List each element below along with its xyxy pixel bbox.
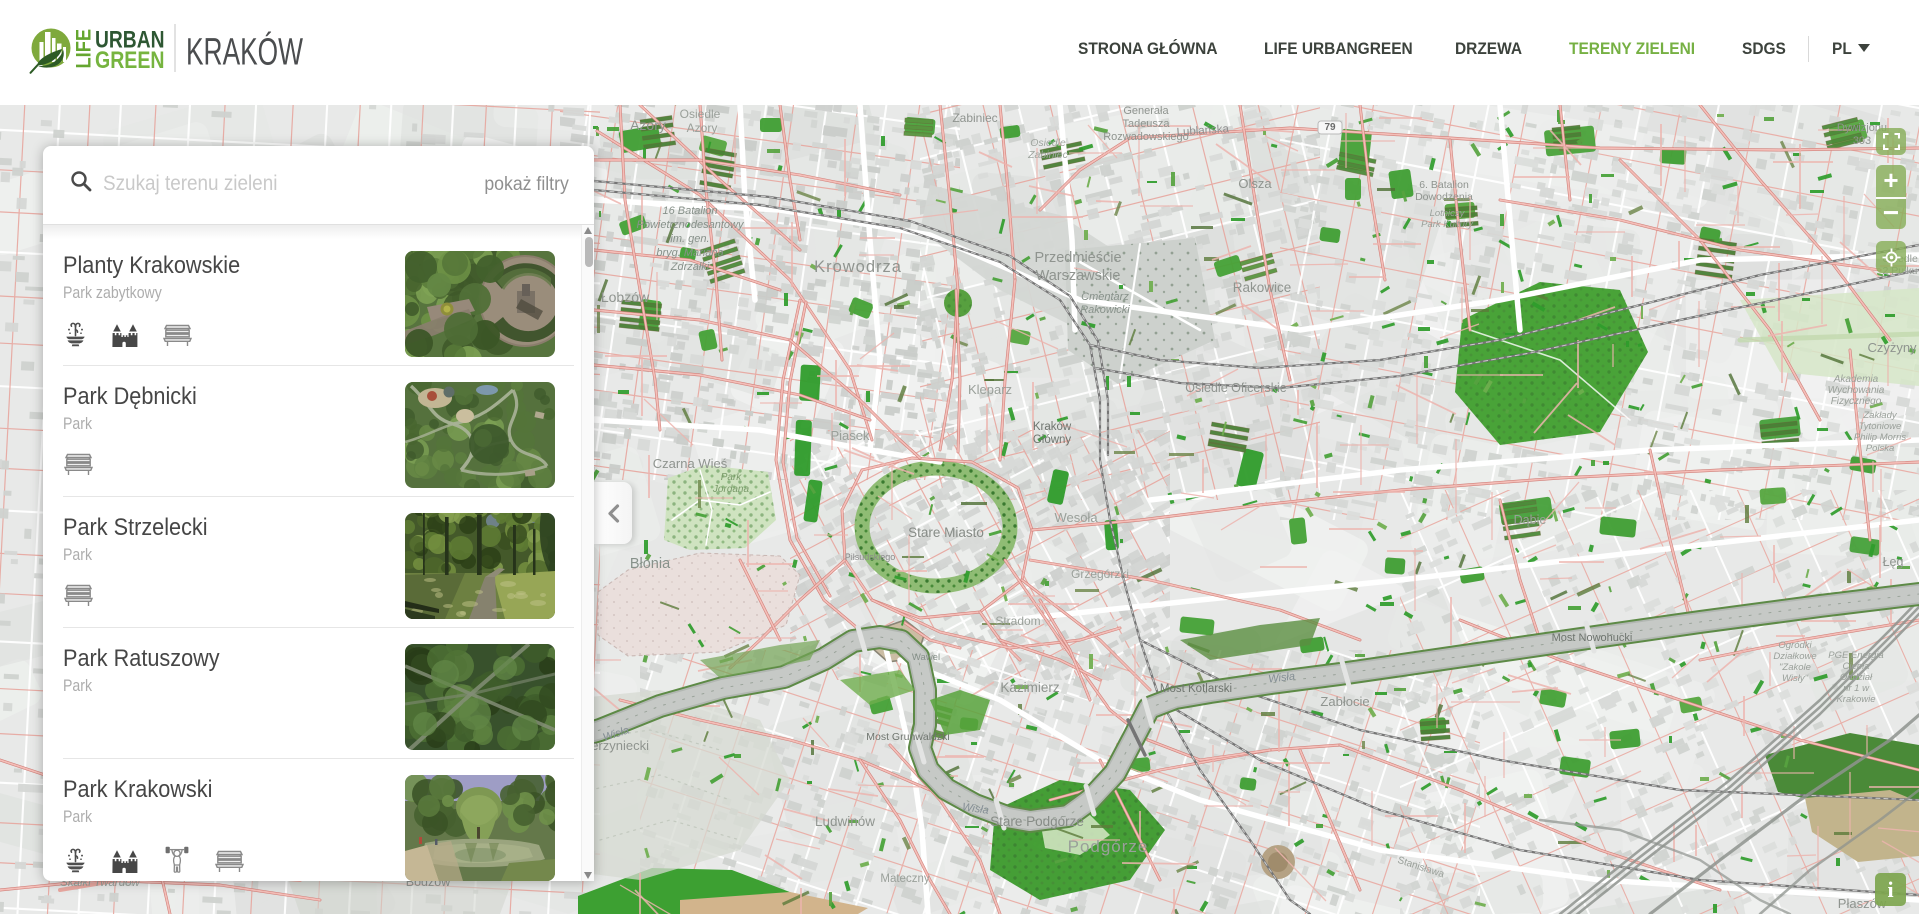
svg-text:Stare Podgórze: Stare Podgórze xyxy=(990,814,1084,829)
svg-text:Most Kotlarski: Most Kotlarski xyxy=(1160,683,1232,695)
svg-text:Krowodrza: Krowodrza xyxy=(814,258,902,276)
svg-text:Piasek: Piasek xyxy=(830,428,870,443)
svg-text:Wisły": Wisły" xyxy=(1782,673,1809,684)
svg-text:Zabłocie: Zabłocie xyxy=(1320,694,1369,709)
svg-text:Lotniczy: Lotniczy xyxy=(1430,208,1466,219)
svg-text:Działkowe: Działkowe xyxy=(1773,651,1816,662)
svg-text:Czyżyny: Czyżyny xyxy=(1867,340,1917,355)
svg-text:Generała: Generała xyxy=(1123,105,1169,117)
svg-text:Łęg: Łęg xyxy=(1883,555,1904,569)
svg-text:Azory: Azory xyxy=(687,121,718,135)
svg-text:79: 79 xyxy=(1324,122,1336,133)
svg-text:Azory: Azory xyxy=(630,117,666,133)
svg-text:"Zakole: "Zakole xyxy=(1779,662,1811,673)
svg-text:Zabiniec: Zabiniec xyxy=(952,111,997,125)
svg-text:bryg. Mariana: bryg. Mariana xyxy=(656,247,723,259)
svg-text:nr 1 w: nr 1 w xyxy=(1843,683,1870,694)
svg-text:Podgórze: Podgórze xyxy=(1068,837,1149,856)
svg-text:Polska: Polska xyxy=(1866,443,1895,454)
svg-text:Wychowania: Wychowania xyxy=(1828,385,1885,396)
svg-text:Powietrznodesantowy: Powietrznodesantowy xyxy=(636,219,745,231)
svg-text:16 Batalion: 16 Batalion xyxy=(662,205,717,217)
svg-text:Grzegórzki: Grzegórzki xyxy=(1071,567,1129,581)
svg-text:Park Kultury: Park Kultury xyxy=(1421,219,1474,230)
svg-text:Krakowie: Krakowie xyxy=(1836,694,1875,705)
svg-text:Kraków: Kraków xyxy=(1033,421,1072,433)
svg-text:303: 303 xyxy=(1853,135,1871,147)
svg-text:Philip Morris: Philip Morris xyxy=(1854,432,1907,443)
svg-text:Ogródki: Ogródki xyxy=(1778,640,1812,651)
svg-text:Akademia: Akademia xyxy=(1833,374,1879,385)
svg-text:Tytoniowe: Tytoniowe xyxy=(1859,421,1902,432)
svg-text:Łobzów: Łobzów xyxy=(601,289,650,305)
svg-text:Mateczny: Mateczny xyxy=(880,873,929,885)
svg-text:Zakłady: Zakłady xyxy=(1862,410,1898,421)
svg-text:Piłsudskiego: Piłsudskiego xyxy=(845,552,896,562)
svg-text:PGE Energia: PGE Energia xyxy=(1828,650,1883,661)
svg-text:Osiedle: Osiedle xyxy=(680,107,721,121)
svg-text:Rakowice: Rakowice xyxy=(1233,280,1292,295)
svg-text:Błonia: Błonia xyxy=(630,556,671,572)
svg-text:Oddział: Oddział xyxy=(1840,672,1873,683)
svg-text:Most Grunwaldzki: Most Grunwaldzki xyxy=(866,731,949,743)
svg-text:Zabiniec: Zabiniec xyxy=(1027,149,1068,161)
svg-text:Zdrzałki: Zdrzałki xyxy=(670,261,710,273)
svg-text:Wawel: Wawel xyxy=(912,652,940,663)
svg-text:Tadeusza: Tadeusza xyxy=(1122,118,1170,130)
svg-text:Olsza: Olsza xyxy=(1238,176,1272,191)
svg-text:Dowodzenia: Dowodzenia xyxy=(1415,191,1473,203)
svg-text:Wesoła: Wesoła xyxy=(1054,510,1098,525)
svg-text:Ludwinów: Ludwinów xyxy=(815,814,875,829)
svg-text:Jordana: Jordana xyxy=(712,484,750,495)
svg-text:Fizycznego: Fizycznego xyxy=(1831,396,1882,407)
svg-text:Osiedle: Osiedle xyxy=(1030,137,1066,149)
svg-text:Cmentarz: Cmentarz xyxy=(1081,291,1129,303)
svg-text:Przedmieście: Przedmieście xyxy=(1034,250,1121,266)
svg-text:Czarna Wieś: Czarna Wieś xyxy=(653,456,728,471)
svg-text:Dąbie: Dąbie xyxy=(1514,513,1547,527)
svg-text:6. Batalion: 6. Batalion xyxy=(1419,179,1469,191)
svg-text:Park: Park xyxy=(721,472,743,483)
svg-text:Kazimierz: Kazimierz xyxy=(1000,680,1060,695)
svg-text:im. gen.: im. gen. xyxy=(670,233,709,245)
svg-text:Stradom: Stradom xyxy=(995,614,1040,628)
svg-text:Stare Miasto: Stare Miasto xyxy=(908,525,984,540)
svg-text:Ciepła: Ciepła xyxy=(1843,661,1870,672)
svg-text:Rakowicki: Rakowicki xyxy=(1080,304,1130,316)
svg-text:Osiedle Oficerskie: Osiedle Oficerskie xyxy=(1185,381,1286,395)
svg-text:Most Nowohucki: Most Nowohucki xyxy=(1552,632,1633,644)
svg-text:Warszawskie: Warszawskie xyxy=(1036,268,1121,284)
svg-text:Główny: Główny xyxy=(1033,434,1072,446)
svg-text:Kleparz: Kleparz xyxy=(968,382,1012,397)
